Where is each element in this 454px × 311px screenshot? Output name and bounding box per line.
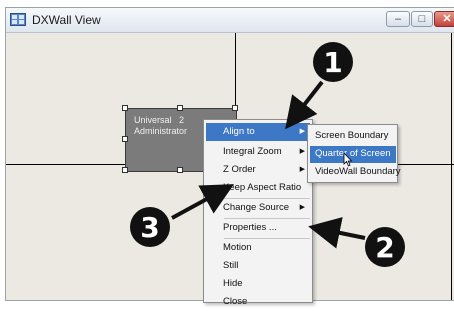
- title-bar[interactable]: DXWall View – □ ✕: [6, 8, 454, 33]
- resize-handle-top-left[interactable]: [122, 105, 128, 111]
- submenu-item-screen-boundary[interactable]: Screen Boundary: [310, 128, 396, 145]
- menu-item-label: Hide: [223, 278, 243, 289]
- mouse-cursor-icon: [343, 152, 353, 167]
- window-title: DXWall View: [32, 13, 101, 27]
- menu-item-label: Change Source: [223, 202, 290, 213]
- menu-item-integral-zoom[interactable]: Integral Zoom ▶: [206, 143, 310, 161]
- minimize-icon: –: [394, 13, 402, 25]
- submenu-item-label: VideoWall Boundary: [315, 166, 401, 177]
- resize-handle-bottom-left[interactable]: [122, 167, 128, 173]
- submenu-arrow-icon: ▶: [299, 204, 305, 211]
- minimize-button[interactable]: –: [386, 11, 410, 27]
- screen-divider-vertical-right: [451, 33, 452, 300]
- menu-item-label: Integral Zoom: [223, 146, 282, 157]
- source-user: Administrator: [134, 126, 188, 136]
- resize-handle-top-center[interactable]: [177, 105, 183, 111]
- menu-item-hide[interactable]: Hide: [206, 275, 310, 293]
- menu-item-motion[interactable]: Motion: [206, 239, 310, 257]
- menu-item-label: Motion: [223, 242, 252, 253]
- menu-item-properties[interactable]: Properties ...: [206, 219, 310, 237]
- resize-handle-bottom-center[interactable]: [177, 167, 183, 173]
- menu-item-align-to[interactable]: Align to ▶: [206, 123, 310, 141]
- menu-item-still[interactable]: Still: [206, 257, 310, 275]
- menu-item-label: Still: [223, 260, 239, 271]
- maximize-icon: □: [418, 13, 426, 25]
- submenu-item-label: Screen Boundary: [315, 130, 389, 141]
- source-name: Universal 2: [134, 115, 185, 125]
- menu-item-change-source[interactable]: Change Source ▶: [206, 199, 310, 217]
- menu-item-label: Properties ...: [223, 222, 277, 233]
- menu-item-label: Align to: [223, 126, 255, 137]
- menu-item-label: Keep Aspect Ratio: [223, 182, 302, 193]
- close-icon: ✕: [442, 13, 452, 25]
- menu-item-label: Close: [223, 296, 248, 307]
- submenu-arrow-icon: ▶: [299, 166, 305, 173]
- submenu-arrow-icon: ▶: [299, 128, 305, 135]
- menu-item-keep-aspect-ratio[interactable]: Keep Aspect Ratio: [206, 179, 310, 197]
- menu-item-z-order[interactable]: Z Order ▶: [206, 161, 310, 179]
- context-menu: Align to ▶ Integral Zoom ▶ Z Order ▶ Kee…: [203, 119, 313, 307]
- submenu-arrow-icon: ▶: [299, 148, 305, 155]
- maximize-button[interactable]: □: [411, 11, 433, 27]
- menu-item-close[interactable]: Close: [206, 293, 310, 311]
- close-button[interactable]: ✕: [434, 11, 454, 27]
- app-icon: [10, 13, 26, 26]
- resize-handle-middle-left[interactable]: [122, 136, 128, 142]
- submenu-item-quarter-of-screen[interactable]: Quarter of Screen: [310, 146, 396, 163]
- submenu-item-videowall-boundary[interactable]: VideoWall Boundary: [310, 164, 401, 181]
- resize-handle-top-right[interactable]: [232, 105, 238, 111]
- menu-item-label: Z Order: [223, 164, 256, 175]
